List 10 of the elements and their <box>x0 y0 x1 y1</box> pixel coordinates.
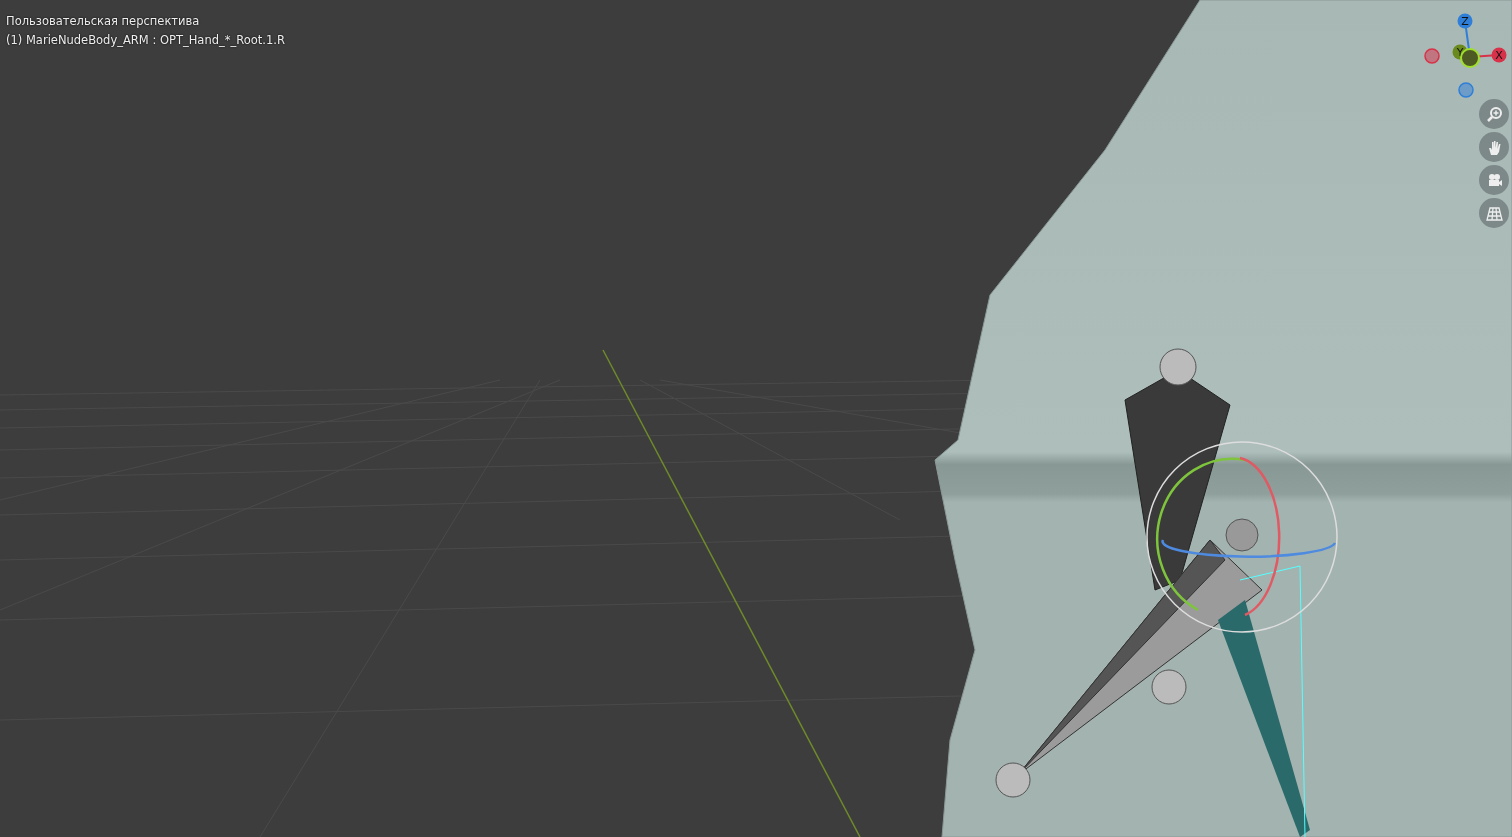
axis-handle[interactable]: X <box>1491 47 1507 63</box>
axis-negative-handle[interactable] <box>1458 82 1474 98</box>
armature-drawing[interactable] <box>995 348 1310 837</box>
grid-icon <box>1485 204 1503 222</box>
rotate-gizmo[interactable] <box>1146 441 1338 633</box>
object-info: (1) MarieNudeBody_ARM : OPT_Hand_*_Root.1.R <box>6 32 285 49</box>
viewport-title: Пользовательская перспектива <box>6 13 201 30</box>
axis-handle[interactable]: Z <box>1457 13 1473 29</box>
zoom-icon <box>1485 105 1503 123</box>
axis-negative-handle[interactable] <box>1424 48 1440 64</box>
